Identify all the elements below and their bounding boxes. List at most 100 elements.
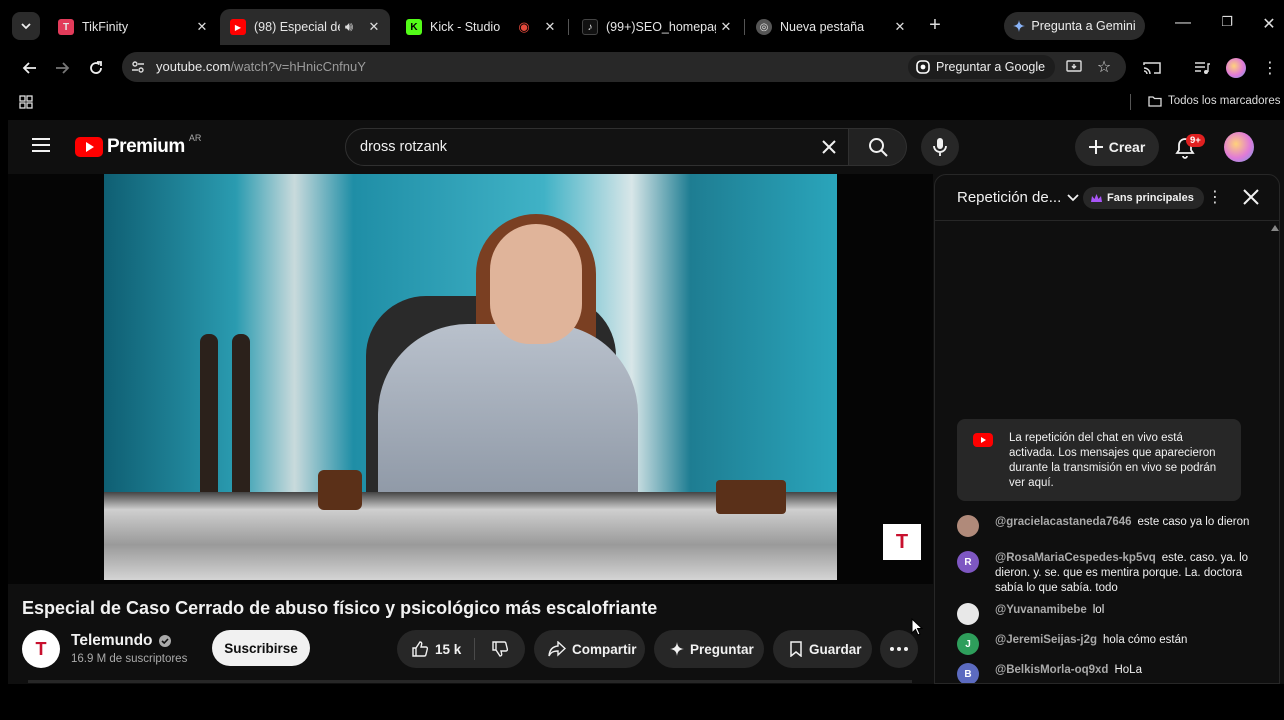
chat-text: hola cómo están	[1103, 634, 1188, 646]
kick-favicon-icon: K	[406, 19, 422, 35]
chat-author[interactable]: @Yuvanamibebe	[995, 604, 1087, 616]
video-frame[interactable]	[104, 174, 837, 580]
thumbs-down-icon	[491, 641, 508, 657]
chat-message[interactable]: R @RosaMariaCespedes-kp5vq este. caso. ya…	[957, 551, 1257, 596]
profile-avatar-icon[interactable]	[1224, 56, 1248, 80]
tab-search-button[interactable]	[12, 12, 40, 40]
chat-author[interactable]: @RosaMariaCespedes-kp5vq	[995, 552, 1156, 564]
browser-tab-strip: T TikFinity ✕ ▶ (98) Especial de C 🔊︎ ✕ …	[0, 0, 1284, 52]
gemini-label: Pregunta a Gemini	[1031, 19, 1136, 33]
google-lens-icon	[916, 60, 930, 74]
save-label: Guardar	[809, 641, 862, 657]
forward-arrow-icon[interactable]	[50, 56, 74, 80]
top-fans-button[interactable]: Fans principales	[1083, 187, 1204, 209]
close-tab-icon[interactable]: ✕	[540, 19, 560, 35]
bookmark-star-icon[interactable]: ☆	[1092, 55, 1116, 79]
close-chat-icon[interactable]	[1239, 185, 1263, 209]
clear-search-icon[interactable]	[818, 136, 840, 158]
address-bar[interactable]: youtube.com/watch?v=hHnicCnfnuY Pregunta…	[122, 52, 1126, 82]
site-info-icon[interactable]	[126, 55, 150, 79]
close-window-icon[interactable]: ✕	[1258, 14, 1280, 34]
chat-text: HoLa	[1114, 664, 1142, 676]
ask-button[interactable]: Preguntar	[654, 630, 764, 668]
restore-icon[interactable]: ❐	[1216, 14, 1238, 30]
channel-name[interactable]: Telemundo	[71, 632, 171, 650]
all-bookmarks-button[interactable]: Todos los marcadores	[1148, 95, 1281, 107]
close-tab-icon[interactable]: ✕	[716, 19, 736, 35]
microphone-icon	[933, 138, 947, 156]
ask-label: Preguntar	[690, 641, 754, 657]
gemini-sparkle-icon	[1013, 20, 1026, 32]
chat-author[interactable]: @JeremiSeijas-j2g	[995, 634, 1097, 646]
chat-more-kebab-icon[interactable]: ⋮	[1207, 187, 1223, 207]
tab-youtube-active[interactable]: ▶ (98) Especial de C 🔊︎ ✕	[220, 9, 390, 45]
recording-icon: ◉	[518, 19, 530, 34]
logo-text: Premium	[107, 136, 185, 157]
share-button[interactable]: Compartir	[534, 630, 645, 668]
search-box[interactable]: dross rotzank	[345, 128, 849, 166]
tiktok-favicon-icon: ♪	[582, 19, 598, 35]
new-tab-plus-icon[interactable]: +	[924, 14, 946, 37]
chat-avatar: J	[957, 633, 979, 655]
live-chat-replay-panel: Repetición de... Fans principales ⋮ La r…	[934, 174, 1280, 684]
description-box-edge	[28, 680, 912, 683]
ask-gemini-button[interactable]: Pregunta a Gemini	[1004, 12, 1145, 40]
voice-search-button[interactable]	[921, 128, 959, 166]
create-button[interactable]: Crear	[1075, 128, 1159, 166]
apps-grid-icon[interactable]	[14, 90, 38, 114]
close-tab-icon[interactable]: ✕	[364, 19, 384, 35]
chevron-down-icon	[21, 23, 31, 30]
video-player[interactable]: T	[8, 174, 933, 584]
browser-menu-kebab-icon[interactable]: ⋮	[1258, 56, 1282, 80]
install-app-icon[interactable]	[1062, 55, 1086, 79]
back-arrow-icon[interactable]	[18, 56, 42, 80]
search-button[interactable]	[849, 128, 907, 166]
account-avatar[interactable]	[1224, 132, 1254, 162]
chat-scrollbar[interactable]	[1271, 221, 1279, 683]
channel-avatar[interactable]: T	[22, 630, 60, 668]
dislike-button[interactable]	[474, 640, 525, 658]
chat-message[interactable]: @Yuvanamibebe lol	[957, 603, 1257, 625]
chat-mode-dropdown[interactable]: Repetición de...	[957, 189, 1079, 206]
cast-icon[interactable]	[1140, 56, 1164, 80]
save-button[interactable]: Guardar	[773, 630, 872, 668]
tab-kick-studio[interactable]: K Kick - Studio ◉ ✕	[396, 11, 566, 43]
url-text[interactable]: youtube.com/watch?v=hHnicCnfnuY	[156, 59, 366, 74]
more-dots-icon	[890, 647, 908, 651]
chat-avatar: B	[957, 663, 979, 683]
notification-count-badge: 9+	[1186, 134, 1205, 147]
chat-message[interactable]: @gracielacastaneda7646 este caso ya lo di…	[957, 515, 1257, 537]
youtube-premium-logo[interactable]: Premium AR	[75, 133, 201, 158]
subscribe-button[interactable]: Suscribirse	[212, 630, 310, 666]
chat-author[interactable]: @BelkisMorla-oq9xd	[995, 664, 1108, 676]
reload-icon[interactable]	[84, 56, 108, 80]
close-tab-icon[interactable]: ✕	[890, 19, 910, 35]
statue-figure	[200, 334, 218, 514]
hamburger-menu-icon[interactable]	[32, 138, 50, 157]
like-button[interactable]: 15 k	[397, 640, 474, 658]
speaker-icon[interactable]: 🔊︎	[340, 19, 358, 35]
fans-label: Fans principales	[1107, 192, 1194, 204]
scroll-up-arrow-icon[interactable]	[1271, 225, 1279, 231]
close-tab-icon[interactable]: ✕	[192, 19, 212, 35]
tab-separator	[568, 19, 569, 35]
thumbs-up-icon	[412, 641, 429, 657]
youtube-masthead: Premium AR dross rotzank Crear 9+	[8, 120, 1284, 174]
sparkle-icon	[670, 642, 684, 656]
tab-separator	[744, 19, 745, 35]
ask-google-button[interactable]: Preguntar a Google	[908, 55, 1056, 79]
tab-seo-homepage[interactable]: ♪ (99+)SEO_homepage ✕	[572, 11, 742, 43]
tab-tikfinity[interactable]: T TikFinity ✕	[48, 11, 218, 43]
chat-author[interactable]: @gracielacastaneda7646	[995, 516, 1132, 528]
bookmark-separator	[1130, 94, 1131, 110]
minimize-icon[interactable]: —	[1172, 14, 1194, 32]
tikfinity-favicon-icon: T	[58, 19, 74, 35]
tab-label: TikFinity	[82, 20, 129, 34]
search-input[interactable]: dross rotzank	[360, 139, 447, 155]
chevron-down-icon	[1067, 193, 1079, 201]
url-host: youtube.com	[156, 59, 231, 74]
chat-message[interactable]: B @BelkisMorla-oq9xd HoLa	[957, 663, 1257, 683]
tab-new-tab[interactable]: ◎ Nueva pestaña ✕	[746, 11, 916, 43]
chat-message[interactable]: J @JeremiSeijas-j2g hola cómo están	[957, 633, 1257, 655]
media-control-icon[interactable]	[1190, 56, 1214, 80]
